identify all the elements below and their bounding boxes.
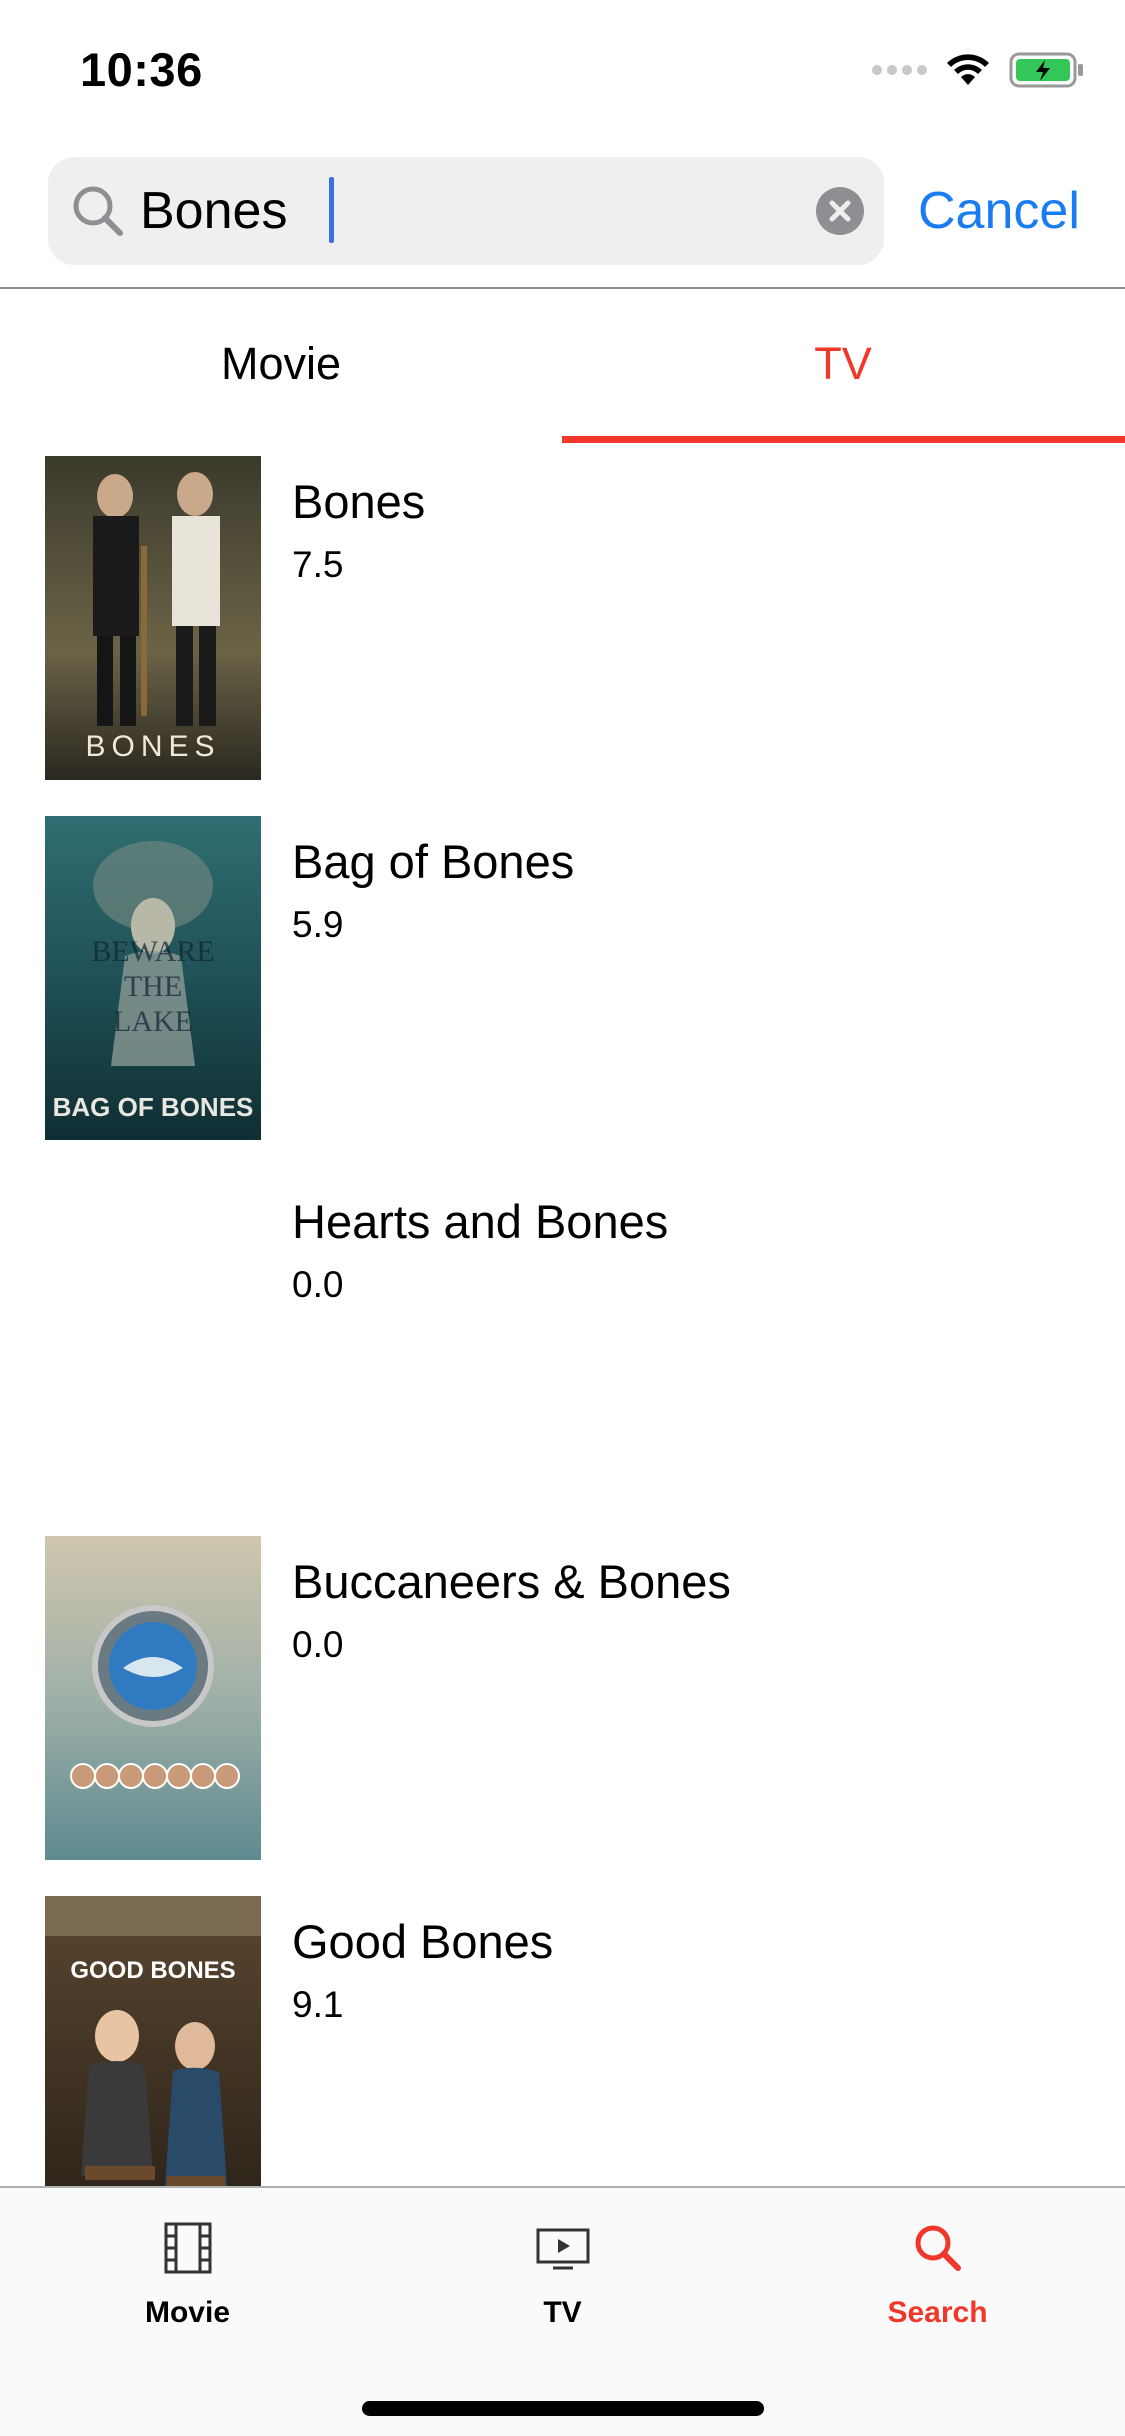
search-icon — [915, 2225, 961, 2271]
result-rating: 7.5 — [292, 544, 344, 585]
cancel-button[interactable]: Cancel — [918, 157, 1080, 265]
poster-title-text: BONES — [85, 730, 220, 763]
result-rating: 0.0 — [292, 1264, 344, 1305]
poster-image: GOOD BONES — [45, 1896, 261, 2186]
search-icon — [73, 186, 123, 236]
tab-bar-item-movie[interactable]: Movie — [0, 2188, 375, 2329]
result-title: Bones — [292, 475, 426, 528]
svg-text:THE: THE — [124, 970, 182, 1003]
result-title: Buccaneers & Bones — [292, 1555, 731, 1608]
search-screen: 10:36 Bones Cancel Movie TV BONES Bones … — [0, 0, 1125, 2436]
segment-tabs: Movie TV — [0, 289, 1125, 444]
search-row: Cancel — [0, 157, 1125, 265]
search-field[interactable] — [48, 157, 884, 265]
result-row[interactable]: Buccaneers & Bones 0.0 — [0, 1526, 1125, 1886]
tab-bar-label: TV — [543, 2296, 582, 2329]
status-time: 10:36 — [80, 43, 203, 96]
result-row[interactable]: BONES Bones 7.5 — [0, 446, 1125, 806]
result-title: Bag of Bones — [292, 835, 575, 888]
wifi-icon — [947, 54, 989, 85]
tab-selected-indicator — [562, 436, 1125, 443]
tab-bar-item-search[interactable]: Search — [750, 2188, 1125, 2329]
result-rating: 5.9 — [292, 904, 344, 945]
result-rating: 9.1 — [292, 1984, 344, 2025]
tab-movie[interactable]: Movie — [0, 289, 562, 444]
result-row[interactable]: BEWARE THE LAKE BAG OF BONES Bag of Bone… — [0, 806, 1125, 1166]
svg-text:LAKE: LAKE — [113, 1005, 193, 1038]
tab-tv[interactable]: TV — [562, 289, 1124, 444]
tab-bar: Movie TV Search — [0, 2186, 1125, 2436]
battery-icon — [1009, 52, 1083, 88]
poster-title-text: GOOD BONES — [70, 1957, 235, 1984]
close-icon — [829, 200, 851, 222]
svg-text:BEWARE: BEWARE — [91, 935, 214, 968]
search-input[interactable] — [140, 157, 840, 265]
result-rating: 0.0 — [292, 1624, 344, 1665]
result-row[interactable]: Hearts and Bones 0.0 — [0, 1166, 1125, 1526]
home-indicator[interactable] — [362, 2401, 764, 2416]
poster-image: BEWARE THE LAKE BAG OF BONES — [45, 816, 261, 1140]
poster-image — [45, 1536, 261, 1860]
results-list[interactable]: BONES Bones 7.5 BEWARE THE LAKE BAG OF B… — [0, 446, 1125, 2186]
status-icons — [872, 48, 1085, 92]
result-row[interactable]: GOOD BONES Good Bones 9.1 — [0, 1886, 1125, 2186]
poster-image: BONES — [45, 456, 261, 780]
tab-bar-label: Search — [887, 2296, 988, 2329]
tv-icon — [536, 2228, 589, 2270]
clear-search-button[interactable] — [816, 187, 864, 235]
poster-title-text: BAG OF BONES — [53, 1092, 254, 1122]
text-caret — [329, 177, 334, 243]
tab-bar-item-tv[interactable]: TV — [375, 2188, 750, 2329]
cellular-signal-icon — [872, 65, 927, 75]
result-title: Good Bones — [292, 1915, 554, 1968]
result-title: Hearts and Bones — [292, 1195, 669, 1248]
film-icon — [164, 2222, 211, 2274]
status-bar: 10:36 — [0, 0, 1125, 135]
tab-bar-label: Movie — [144, 2296, 231, 2329]
